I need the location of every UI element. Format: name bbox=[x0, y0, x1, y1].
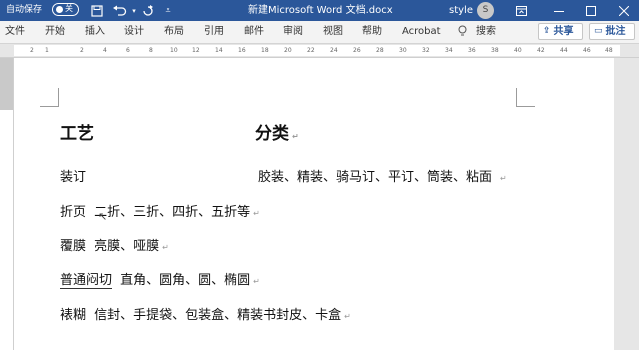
paragraph-mark: ↵ bbox=[162, 243, 169, 252]
heading-category[interactable]: 分类 ↵ bbox=[255, 124, 299, 147]
share-icon: ⇪ bbox=[543, 26, 551, 36]
paragraph-mark: ↵ bbox=[500, 174, 507, 183]
vertical-ruler-margin bbox=[0, 58, 13, 110]
toggle-knob bbox=[56, 6, 63, 13]
ruler-tick: 2 bbox=[30, 47, 34, 54]
row-desc-text: 胶装、精装、骑马订、平订、筒装、粘面 bbox=[258, 170, 493, 185]
mouse-cursor-icon: ↖ bbox=[98, 210, 108, 223]
tab-home[interactable]: 开始 bbox=[45, 25, 65, 39]
ruler-tick: 44 bbox=[560, 47, 568, 54]
row-term: 折页 bbox=[60, 205, 87, 220]
tab-review[interactable]: 审阅 bbox=[283, 25, 303, 39]
maximize-icon[interactable] bbox=[584, 2, 598, 19]
share-button[interactable]: ⇪ 共享 bbox=[538, 23, 583, 40]
redo-icon[interactable] bbox=[140, 2, 156, 19]
heading-category-text: 分类 bbox=[255, 124, 289, 144]
paragraph-mark: ↵ bbox=[292, 132, 299, 141]
tab-acrobat[interactable]: Acrobat bbox=[402, 25, 441, 39]
ruler-tick: 1 bbox=[45, 47, 49, 54]
ruler-tick: 46 bbox=[583, 47, 591, 54]
ruler-tick: 18 bbox=[261, 47, 269, 54]
customize-toolbar-icon[interactable]: ⩡ bbox=[163, 2, 173, 19]
comment-icon: ▭ bbox=[594, 26, 603, 36]
tab-references[interactable]: 引用 bbox=[204, 25, 224, 39]
row-desc: 信封、手提袋、包装盒、精装书封皮、卡盒 bbox=[94, 308, 342, 323]
autosave-toggle[interactable]: 关 bbox=[52, 3, 79, 16]
tab-file[interactable]: 文件 bbox=[5, 25, 25, 39]
search-label[interactable]: 搜索 bbox=[476, 25, 496, 39]
tab-insert[interactable]: 插入 bbox=[85, 25, 105, 39]
margin-corner-marker bbox=[516, 88, 535, 107]
tab-view[interactable]: 视图 bbox=[323, 25, 343, 39]
ruler-tick: 4 bbox=[103, 47, 107, 54]
list-item[interactable]: 裱糊 信封、手提袋、包装盒、精装书封皮、卡盒 ↵ bbox=[60, 308, 351, 325]
paragraph-mark: ↵ bbox=[344, 312, 351, 321]
ruler-tick: 34 bbox=[445, 47, 453, 54]
row-term[interactable]: 装订 bbox=[60, 170, 86, 186]
vertical-scrollbar[interactable] bbox=[620, 58, 639, 350]
ruler-tick: 26 bbox=[353, 47, 361, 54]
undo-dropdown-icon[interactable]: ▾ bbox=[130, 2, 138, 19]
autosave-state: 关 bbox=[65, 4, 73, 13]
row-term: 覆膜 bbox=[60, 239, 87, 254]
close-icon[interactable] bbox=[617, 2, 631, 19]
row-desc: 二折、三折、四折、五折等 bbox=[94, 205, 251, 220]
ruler-tick: 30 bbox=[399, 47, 407, 54]
row-desc: 亮膜、哑膜 bbox=[94, 239, 160, 254]
ruler-tick: 22 bbox=[307, 47, 315, 54]
title-bar: 自动保存 关 ▾ ⩡ 新建Microsoft Word 文档.docx styl… bbox=[0, 0, 639, 21]
ruler-tick: 24 bbox=[330, 47, 338, 54]
list-item[interactable]: 普通闷切 直角、圆角、圆、椭圆 ↵ bbox=[60, 273, 260, 290]
heading-craft[interactable]: 工艺 bbox=[60, 124, 94, 144]
save-icon[interactable] bbox=[88, 2, 105, 19]
ruler-tick: 14 bbox=[215, 47, 223, 54]
tab-layout[interactable]: 布局 bbox=[164, 25, 184, 39]
ruler-tick: 16 bbox=[238, 47, 246, 54]
ruler-tick: 48 bbox=[605, 47, 613, 54]
ruler-track: 2 1 2 4 6 8 10 12 14 16 18 20 22 24 26 2… bbox=[14, 45, 620, 56]
lightbulb-icon[interactable] bbox=[458, 25, 467, 42]
comments-button[interactable]: ▭ 批注 bbox=[589, 23, 635, 40]
ruler-tick: 20 bbox=[284, 47, 292, 54]
ruler-tick: 2 bbox=[80, 47, 84, 54]
ruler-tick: 38 bbox=[491, 47, 499, 54]
ruler-tick: 6 bbox=[126, 47, 130, 54]
row-term: 普通闷切 bbox=[60, 273, 113, 289]
ruler-tick: 28 bbox=[376, 47, 384, 54]
ribbon-tab-bar: 文件 开始 插入 设计 布局 引用 邮件 审阅 视图 帮助 Acrobat 搜索… bbox=[0, 21, 639, 44]
ruler-tick: 10 bbox=[170, 47, 178, 54]
ruler-tick: 40 bbox=[514, 47, 522, 54]
document-title: 新建Microsoft Word 文档.docx bbox=[248, 5, 393, 16]
paragraph-mark: ↵ bbox=[253, 209, 260, 218]
list-item[interactable]: 折页 二折、三折、四折、五折等 ↵ bbox=[60, 205, 260, 222]
ruler-tick: 12 bbox=[192, 47, 200, 54]
ruler-tick: 32 bbox=[422, 47, 430, 54]
user-avatar[interactable]: S bbox=[477, 2, 494, 19]
paragraph-mark: ↵ bbox=[253, 277, 260, 286]
ruler-tick: 36 bbox=[468, 47, 476, 54]
margin-corner-marker bbox=[40, 88, 59, 107]
vertical-ruler[interactable] bbox=[0, 58, 14, 350]
tab-mailings[interactable]: 邮件 bbox=[244, 25, 264, 39]
row-desc: 直角、圆角、圆、椭圆 bbox=[120, 273, 251, 288]
list-item[interactable]: 覆膜 亮膜、哑膜 ↵ bbox=[60, 239, 169, 256]
tab-help[interactable]: 帮助 bbox=[362, 25, 382, 39]
share-label: 共享 bbox=[553, 26, 574, 37]
user-name[interactable]: style bbox=[449, 3, 473, 18]
row-desc[interactable]: 胶装、精装、骑马订、平订、筒装、粘面 ↵ bbox=[258, 170, 507, 187]
undo-icon[interactable] bbox=[110, 2, 130, 19]
autosave-label: 自动保存 bbox=[6, 5, 43, 15]
document-page[interactable]: 工艺 分类 ↵ 装订 胶装、精装、骑马订、平订、筒装、粘面 ↵ 折页 二折、三折、四… bbox=[14, 58, 614, 350]
ruler-tick: 8 bbox=[149, 47, 153, 54]
horizontal-ruler[interactable]: 2 1 2 4 6 8 10 12 14 16 18 20 22 24 26 2… bbox=[0, 44, 639, 58]
ribbon-display-options-icon[interactable] bbox=[513, 2, 529, 19]
comments-label: 批注 bbox=[605, 26, 626, 37]
row-term: 裱糊 bbox=[60, 308, 87, 323]
ruler-tick: 42 bbox=[537, 47, 545, 54]
minimize-icon[interactable] bbox=[552, 2, 566, 19]
tab-design[interactable]: 设计 bbox=[124, 25, 144, 39]
